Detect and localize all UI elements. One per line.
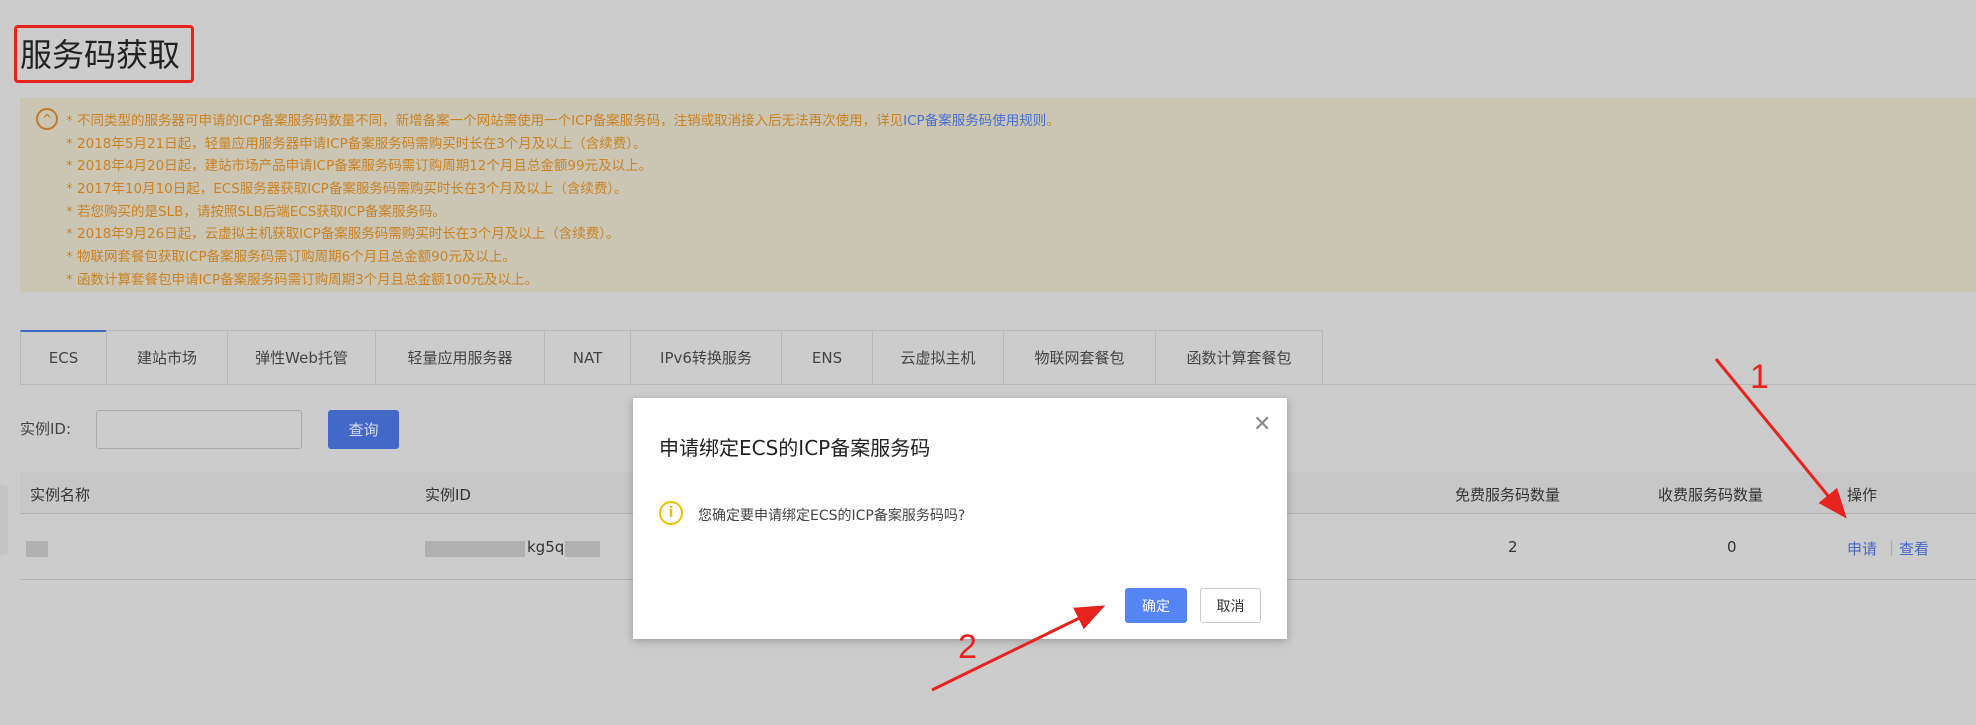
step-1-label: 1 bbox=[1750, 358, 1769, 396]
step-2-label: 2 bbox=[958, 628, 977, 666]
arrow-icon bbox=[1714, 358, 1847, 519]
annotation-arrows bbox=[931, 358, 1847, 692]
